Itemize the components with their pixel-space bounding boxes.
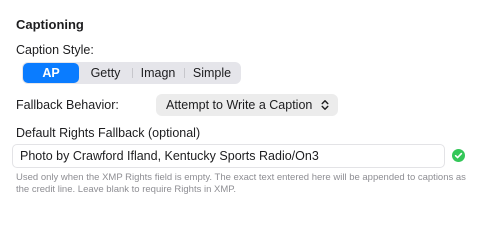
default-rights-help-text: Used only when the XMP Rights field is e… [16,172,466,195]
checkmark-circle-icon [452,149,465,162]
caption-style-label: Caption Style: [16,43,94,57]
caption-style-segmented-control: AP Getty Imagn Simple [22,62,241,84]
default-rights-input[interactable] [12,144,445,168]
fallback-behavior-value: Attempt to Write a Caption [166,98,313,112]
caption-style-option-ap[interactable]: AP [23,63,79,83]
caption-style-option-imagn[interactable]: Imagn [132,63,184,83]
caption-style-option-simple[interactable]: Simple [184,63,240,83]
caption-style-option-getty[interactable]: Getty [79,63,132,83]
section-title: Captioning [16,17,84,32]
default-rights-label: Default Rights Fallback (optional) [16,126,201,140]
fallback-behavior-popup[interactable]: Attempt to Write a Caption [156,94,338,116]
chevron-up-down-icon [320,98,330,112]
fallback-behavior-label: Fallback Behavior: [16,98,119,112]
